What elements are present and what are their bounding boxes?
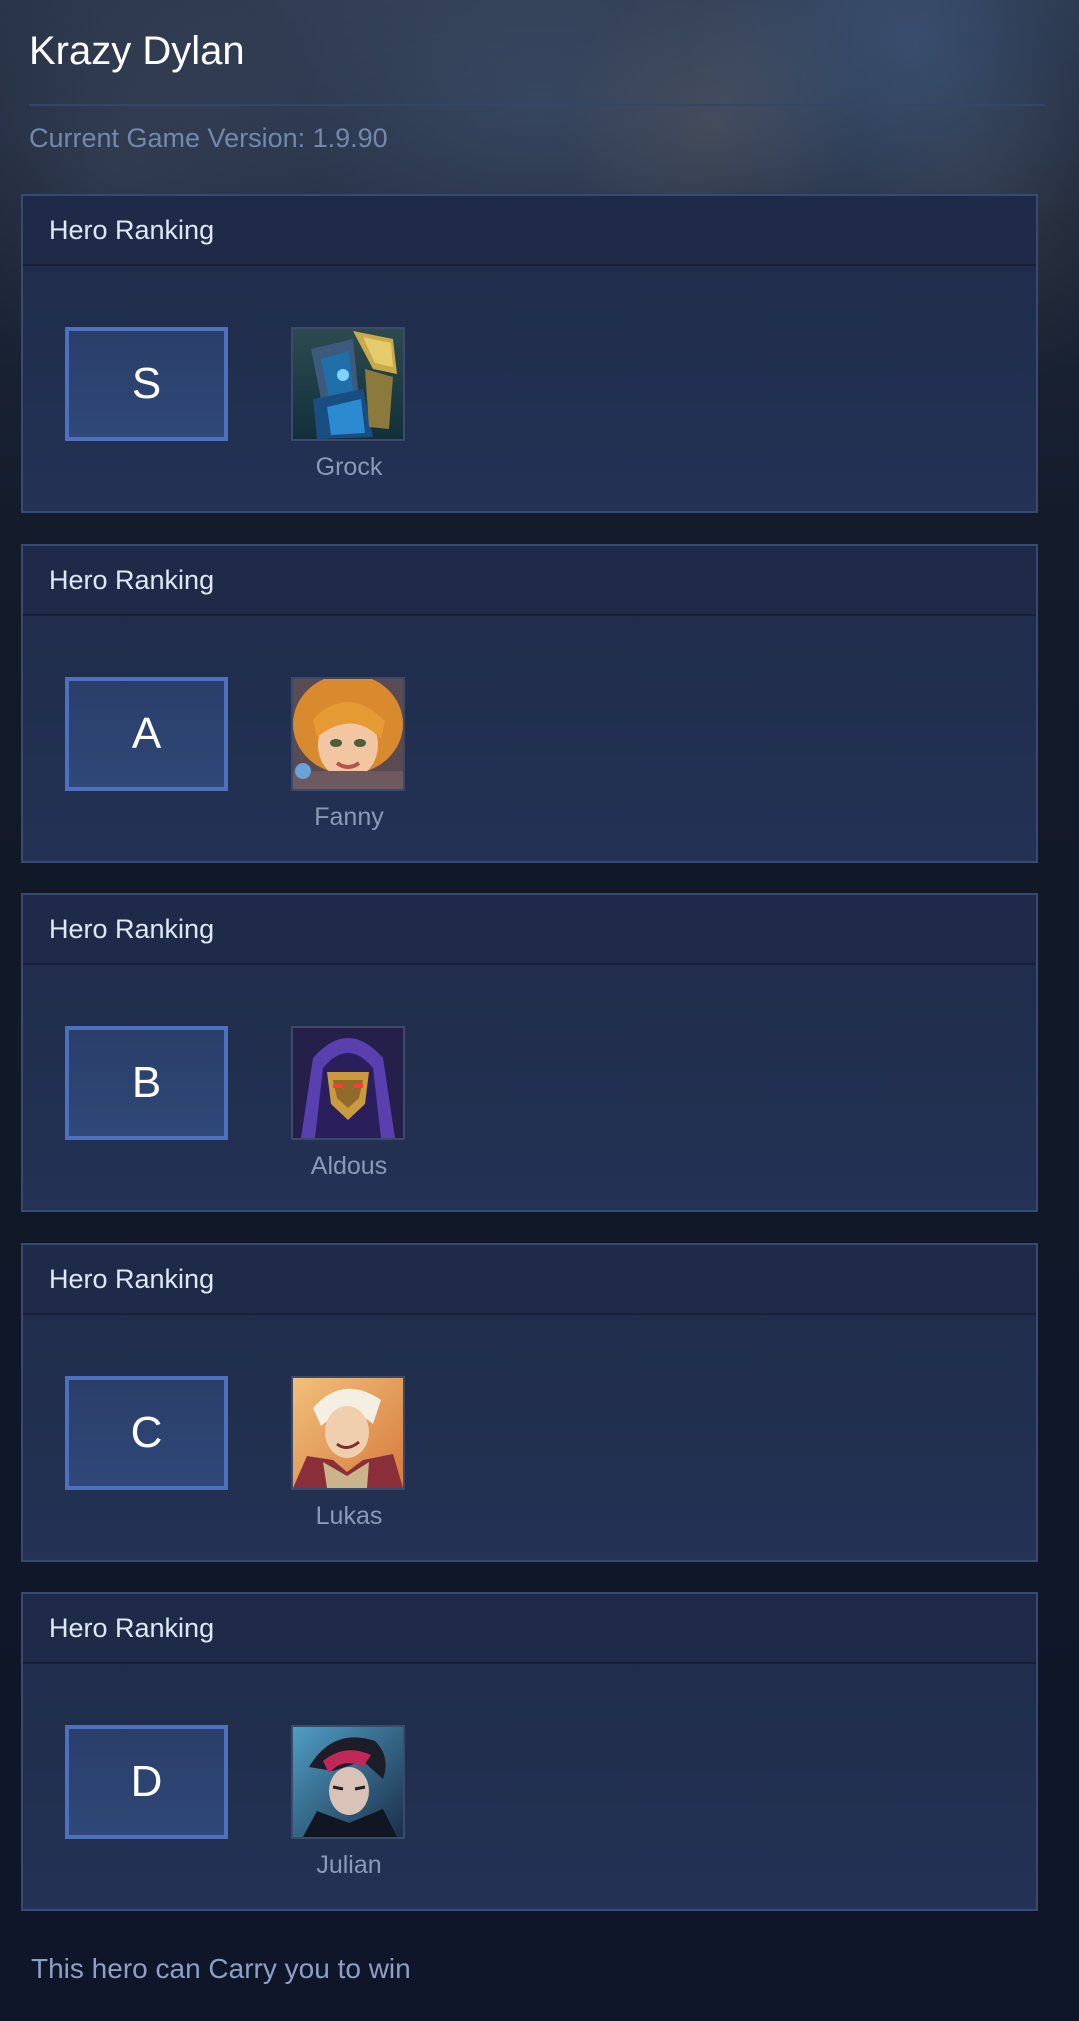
card-title: Hero Ranking	[49, 1263, 215, 1294]
game-version: Current Game Version: 1.9.90	[29, 123, 388, 153]
tier-card-b: Hero Ranking B Aldous	[21, 893, 1038, 1212]
card-title: Hero Ranking	[49, 1612, 215, 1643]
tier-letter: D	[130, 1757, 163, 1806]
card-header: Hero Ranking	[23, 1245, 1036, 1315]
hero-name: Julian	[316, 1851, 382, 1879]
grock-portrait-icon[interactable]	[291, 327, 405, 441]
tier-badge: D	[65, 1725, 228, 1839]
header-divider	[29, 104, 1045, 106]
tier-letter: S	[131, 359, 162, 408]
card-header: Hero Ranking	[23, 1594, 1036, 1664]
page-title: Krazy Dylan	[29, 29, 245, 73]
tier-badge: S	[65, 327, 228, 441]
hero-name: Lukas	[315, 1502, 383, 1530]
fanny-portrait-icon[interactable]	[291, 677, 405, 791]
card-header: Hero Ranking	[23, 895, 1036, 965]
tier-badge: B	[65, 1026, 228, 1140]
aldous-portrait-icon[interactable]	[291, 1026, 405, 1140]
card-header: Hero Ranking	[23, 546, 1036, 616]
page-header: Krazy Dylan	[29, 24, 1045, 78]
lukas-portrait-icon[interactable]	[291, 1376, 405, 1490]
tier-card-s: Hero Ranking S Grock	[21, 194, 1038, 513]
card-title: Hero Ranking	[49, 564, 215, 595]
tier-card-a: Hero Ranking A Fanny	[21, 544, 1038, 863]
tier-letter: A	[131, 709, 162, 758]
hero-name: Grock	[315, 453, 383, 481]
card-title: Hero Ranking	[49, 214, 215, 245]
card-header: Hero Ranking	[23, 196, 1036, 266]
card-title: Hero Ranking	[49, 913, 215, 944]
tier-letter: B	[131, 1058, 162, 1107]
tier-badge: A	[65, 677, 228, 791]
tier-card-d: Hero Ranking D Julian	[21, 1592, 1038, 1911]
julian-portrait-icon[interactable]	[291, 1725, 405, 1839]
tier-card-c: Hero Ranking C Lukas	[21, 1243, 1038, 1562]
hero-name: Aldous	[310, 1152, 388, 1180]
tier-letter: C	[130, 1408, 163, 1457]
hero-name: Fanny	[314, 803, 384, 831]
tier-badge: C	[65, 1376, 228, 1490]
footer-tagline: This hero can Carry you to win	[31, 1953, 411, 1984]
